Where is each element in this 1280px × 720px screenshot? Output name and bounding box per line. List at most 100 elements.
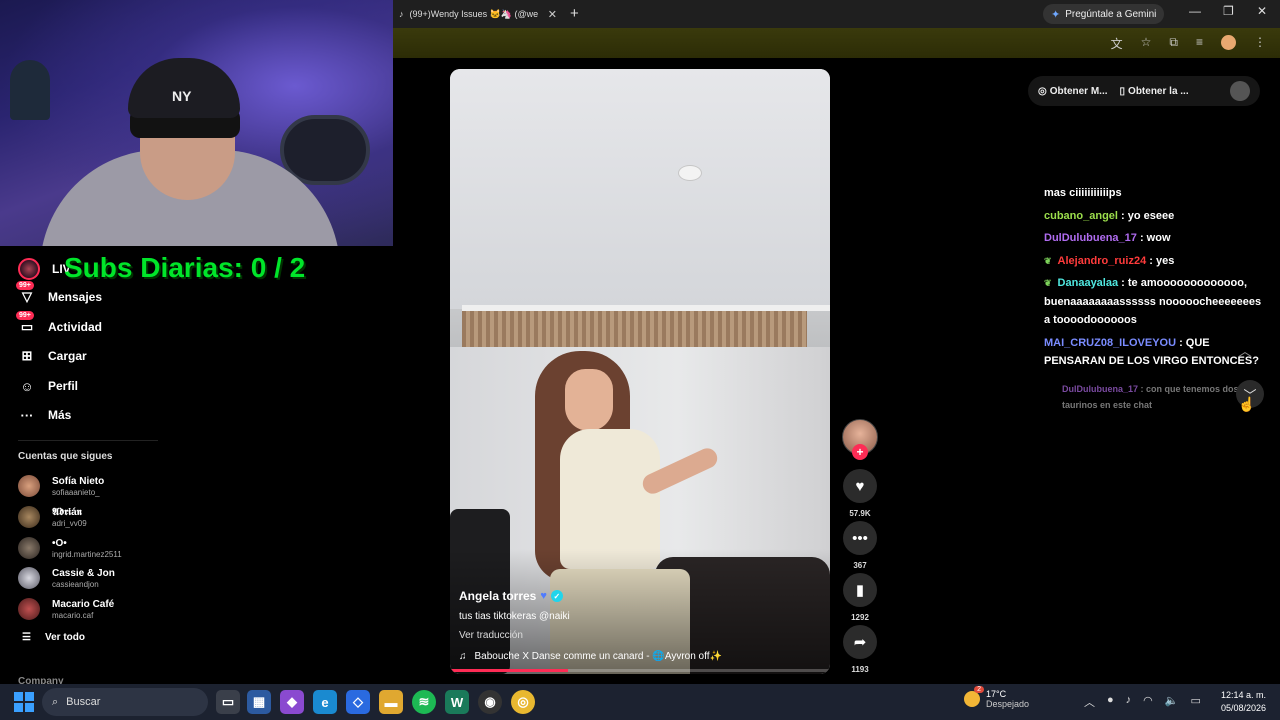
following-item[interactable]: •O• ingrid.martinez2511 [18, 537, 122, 559]
share-arrow-icon[interactable]: ➦ [843, 625, 877, 659]
avatar [18, 506, 40, 528]
chat-username[interactable]: Danaayalaa [1058, 277, 1119, 289]
toolbar-icons: 文 ☆ ⧉ ≡ ⋮ [1111, 35, 1266, 52]
battery-icon[interactable]: ▭ [1190, 694, 1200, 710]
new-tab-icon[interactable]: + [570, 5, 579, 22]
bookmark-icon[interactable]: ▮ [843, 573, 877, 607]
phone-icon: ▯ [1119, 85, 1126, 97]
maximize-icon[interactable]: ❐ [1223, 4, 1234, 18]
avatar [18, 567, 40, 589]
chevron-up-tray-icon[interactable]: ︿ [1084, 694, 1095, 710]
obs-icon[interactable]: ◉ [478, 690, 502, 714]
extensions-icon[interactable]: ⧉ [1169, 35, 1178, 52]
clock-time: 12:14 a. m. [1220, 690, 1266, 700]
browser-tabbar: ♪ (99+)Wendy Issues 🐱🦄 (@we ✕ + ✦ Pregún… [393, 0, 1280, 28]
avatar [18, 598, 40, 620]
gemini-button[interactable]: ✦ Pregúntale a Gemini [1043, 4, 1165, 24]
sprout-badge-icon: ❦ [1044, 255, 1052, 266]
chrome-icon[interactable]: ◎ [511, 690, 535, 714]
video-progress-bar[interactable] [450, 669, 830, 672]
more-dots-icon: ··· [20, 407, 34, 423]
clock-date: 05/08/2026 [1220, 703, 1266, 713]
more-menu-icon[interactable]: ⋮ [1254, 35, 1266, 52]
search-placeholder: Buscar [66, 696, 101, 708]
subs-counter-overlay: Subs Diarias: 0 / 2 [64, 252, 306, 283]
activity-badge: 99+ [16, 311, 34, 320]
see-translation-link[interactable]: Ver traducción [459, 630, 523, 641]
sidebar-item-upload[interactable]: ⊞ Cargar [18, 347, 87, 365]
get-coins-button[interactable]: ◎ Obtener M... [1038, 86, 1108, 97]
video-player[interactable]: Angela torres ♥ ✓ tus tias tiktokeras @n… [450, 69, 830, 674]
dropbox-icon[interactable]: ◇ [346, 690, 370, 714]
more-label: Más [48, 408, 72, 422]
chat-username[interactable]: DulDulubuena_17 [1062, 384, 1138, 394]
tray-app-icon[interactable]: ● [1107, 694, 1114, 710]
save-action[interactable]: ▮ 1292 [842, 573, 878, 622]
following-name: Macario Café [52, 598, 115, 610]
heart-icon[interactable]: ♥ [843, 469, 877, 503]
copilot-icon[interactable]: ◆ [280, 690, 304, 714]
app-w-icon[interactable]: W [445, 690, 469, 714]
video-ceiling [450, 69, 830, 309]
like-action[interactable]: ♥ 57.9K [842, 469, 878, 518]
close-tab-icon[interactable]: ✕ [548, 8, 557, 21]
chat-username[interactable]: Alejandro_ruiz24 [1058, 255, 1147, 267]
chat-username[interactable]: DulDulubuena_17 [1044, 232, 1137, 244]
browser-tab[interactable]: ♪ (99+)Wendy Issues 🐱🦄 (@we ✕ [393, 0, 563, 28]
chat-text: : yes [1146, 254, 1175, 267]
sidebar-item-profile[interactable]: ☺ Perfil [18, 377, 78, 395]
volume-icon[interactable]: 🔈 [1165, 694, 1179, 710]
user-avatar[interactable] [1230, 81, 1250, 101]
chat-message: cubano_angel : yo eseee [1044, 207, 1269, 226]
chat-username[interactable]: cubano_angel [1044, 210, 1118, 222]
sidebar-divider [18, 440, 158, 441]
windows-start-icon[interactable] [14, 692, 34, 712]
media-icon[interactable]: ≡ [1196, 35, 1203, 52]
clock[interactable]: 12:14 a. m. 05/08/2026 [1216, 689, 1266, 715]
video-person-top [560, 429, 660, 569]
chevron-up-icon[interactable]: ︿ [1238, 341, 1252, 361]
following-item[interactable]: 𝕬𝖉𝖗𝖎á𝖓 adri_vv09 [18, 506, 87, 528]
address-bar: 文 ☆ ⧉ ≡ ⋮ [393, 28, 1280, 58]
chat-text: : wow [1136, 232, 1171, 244]
sidebar-item-activity[interactable]: ▭ 99+ Actividad [16, 311, 102, 336]
task-view-icon[interactable]: ▭ [216, 690, 240, 714]
see-all-button[interactable]: ☰ Ver todo [22, 632, 85, 643]
comment-icon[interactable]: ••• [843, 521, 877, 555]
spotify-icon[interactable]: ≋ [412, 690, 436, 714]
video-author[interactable]: Angela torres ♥ ✓ [459, 589, 563, 603]
weather-condition: Despejado [986, 699, 1030, 709]
profile-avatar[interactable] [1221, 35, 1236, 50]
cap-logo: NY [172, 88, 192, 104]
chat-text: : yo eseee [1117, 209, 1175, 222]
minimize-icon[interactable]: — [1189, 4, 1201, 18]
follow-plus-icon[interactable]: + [852, 444, 868, 460]
chat-username[interactable]: MAI_CRUZ08_ILOVEYOU [1044, 337, 1176, 349]
microphone-icon[interactable]: ♪ [1126, 694, 1132, 710]
video-ceiling-lamp [678, 165, 702, 181]
bookmark-star-icon[interactable]: ☆ [1141, 35, 1152, 52]
video-person-face [565, 369, 613, 431]
sidebar-item-messages[interactable]: ▽ 99+ Mensajes [16, 281, 102, 306]
taskbar-search[interactable]: ⌕ Buscar [42, 688, 208, 716]
following-item[interactable]: Cassie & Jon cassieandjon [18, 567, 115, 589]
following-name: •O• [52, 537, 67, 549]
share-action[interactable]: ➦ 1193 [842, 625, 878, 674]
get-app-button[interactable]: ▯ Obtener la ... [1120, 86, 1189, 97]
weather-widget[interactable]: 2 17°C Despejado [964, 686, 1030, 709]
list-icon: ☰ [22, 632, 31, 643]
file-explorer-icon[interactable]: ▬ [379, 690, 403, 714]
coin-icon: ◎ [1038, 85, 1047, 97]
wifi-icon[interactable]: ◠ [1143, 694, 1153, 710]
comment-action[interactable]: ••• 367 [842, 521, 878, 570]
translate-icon[interactable]: 文 [1111, 35, 1123, 52]
video-music[interactable]: ♫ Babouche X Danse comme un canard - 🌐Ay… [459, 651, 722, 662]
following-item[interactable]: Macario Café macario.caf [18, 598, 114, 620]
store-icon[interactable]: ▦ [247, 690, 271, 714]
chat-message: MAI_CRUZ08_ILOVEYOU : QUE PENSARAN DE LO… [1044, 334, 1269, 371]
following-item[interactable]: Sofía Nieto sofiaaanieto_ [18, 475, 104, 497]
edge-icon[interactable]: e [313, 690, 337, 714]
sidebar-item-live[interactable]: LIV [18, 258, 71, 280]
close-window-icon[interactable]: ✕ [1257, 4, 1267, 18]
sidebar-item-more[interactable]: ··· Más [18, 406, 72, 424]
